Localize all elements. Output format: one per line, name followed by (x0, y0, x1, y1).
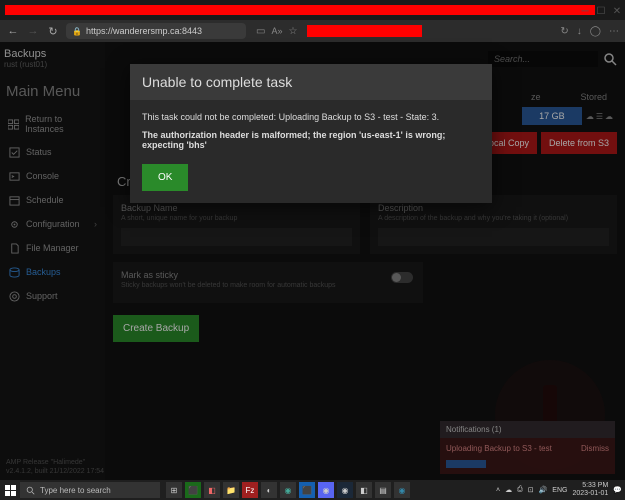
app9-icon[interactable]: ◧ (356, 482, 372, 498)
app1-icon[interactable]: ⬛ (185, 482, 201, 498)
url-text: https://wanderersmp.ca:8443 (86, 26, 202, 36)
sync-icon[interactable]: ↻ (560, 26, 568, 37)
reload-button[interactable]: ↻ (46, 25, 60, 38)
app6-icon[interactable]: ⬛ (299, 482, 315, 498)
menu-icon[interactable]: ⋯ (609, 26, 619, 37)
search-icon (26, 486, 35, 495)
favorite-icon[interactable]: ☆ (288, 26, 297, 37)
maximize-button[interactable]: ☐ (593, 3, 609, 19)
taskbar-apps: ⊞ ⬛ ◧ 📁 Fz ◐ ◉ ⬛ ◉ ◉ ◧ ▤ ◉ (166, 482, 410, 498)
tray-volume-icon[interactable]: 🔊 (539, 486, 548, 494)
a-icon[interactable]: A» (271, 26, 282, 37)
app2-icon[interactable]: ◧ (204, 482, 220, 498)
taskview-icon[interactable]: ⊞ (166, 482, 182, 498)
redacted-tab-bar (5, 5, 595, 15)
forward-button[interactable]: → (26, 25, 40, 37)
browser-toolbar: ← → ↻ 🔒 https://wanderersmp.ca:8443 ▭ A»… (0, 20, 625, 42)
modal-line2: The authorization header is malformed; t… (142, 130, 480, 150)
app10-icon[interactable]: ▤ (375, 482, 391, 498)
windows-icon (5, 485, 16, 496)
system-tray: ˄ ☁ ⎙ ⊡ 🔊 ENG 5:33 PM 2023-01-01 💬 (496, 482, 625, 497)
reader-icon[interactable]: ▭ (256, 26, 265, 37)
tray-cloud-icon[interactable]: ☁ (505, 486, 512, 494)
downloads-icon[interactable]: ↓ (577, 26, 582, 37)
steam-icon[interactable]: ◉ (337, 482, 353, 498)
address-bar[interactable]: 🔒 https://wanderersmp.ca:8443 (66, 23, 246, 39)
close-button[interactable]: ✕ (609, 3, 625, 19)
back-button[interactable]: ← (6, 25, 20, 37)
app5-icon[interactable]: ◉ (280, 482, 296, 498)
modal-line1: This task could not be completed: Upload… (142, 112, 480, 122)
taskbar-search-label: Type here to search (40, 486, 111, 495)
tray-printer-icon[interactable]: ⎙ (517, 486, 523, 494)
profile-icon[interactable]: ◯ (590, 26, 601, 37)
notification-center-icon[interactable]: 💬 (613, 486, 622, 494)
taskbar-search[interactable]: Type here to search (20, 482, 160, 498)
explorer-icon[interactable]: 📁 (223, 482, 239, 498)
filezilla-icon[interactable]: Fz (242, 482, 258, 498)
lock-icon: 🔒 (72, 27, 82, 36)
edge-icon[interactable]: ◉ (394, 482, 410, 498)
modal-title: Unable to complete task (130, 64, 492, 100)
error-modal: Unable to complete task This task could … (130, 64, 492, 203)
windows-taskbar: Type here to search ⊞ ⬛ ◧ 📁 Fz ◐ ◉ ⬛ ◉ ◉… (0, 480, 625, 500)
tray-network-icon[interactable]: ⊡ (528, 486, 534, 494)
clock[interactable]: 5:33 PM 2023-01-01 (572, 482, 608, 497)
window-controls: ─ ☐ ✕ (577, 3, 625, 19)
discord-icon[interactable]: ◉ (318, 482, 334, 498)
ok-button[interactable]: OK (142, 164, 188, 191)
tray-chevron-icon[interactable]: ˄ (496, 487, 500, 494)
redacted-extension-area (307, 25, 422, 37)
start-button[interactable] (0, 485, 20, 496)
app4-icon[interactable]: ◐ (261, 482, 277, 498)
tray-lang[interactable]: ENG (552, 487, 567, 494)
minimize-button[interactable]: ─ (577, 3, 593, 19)
